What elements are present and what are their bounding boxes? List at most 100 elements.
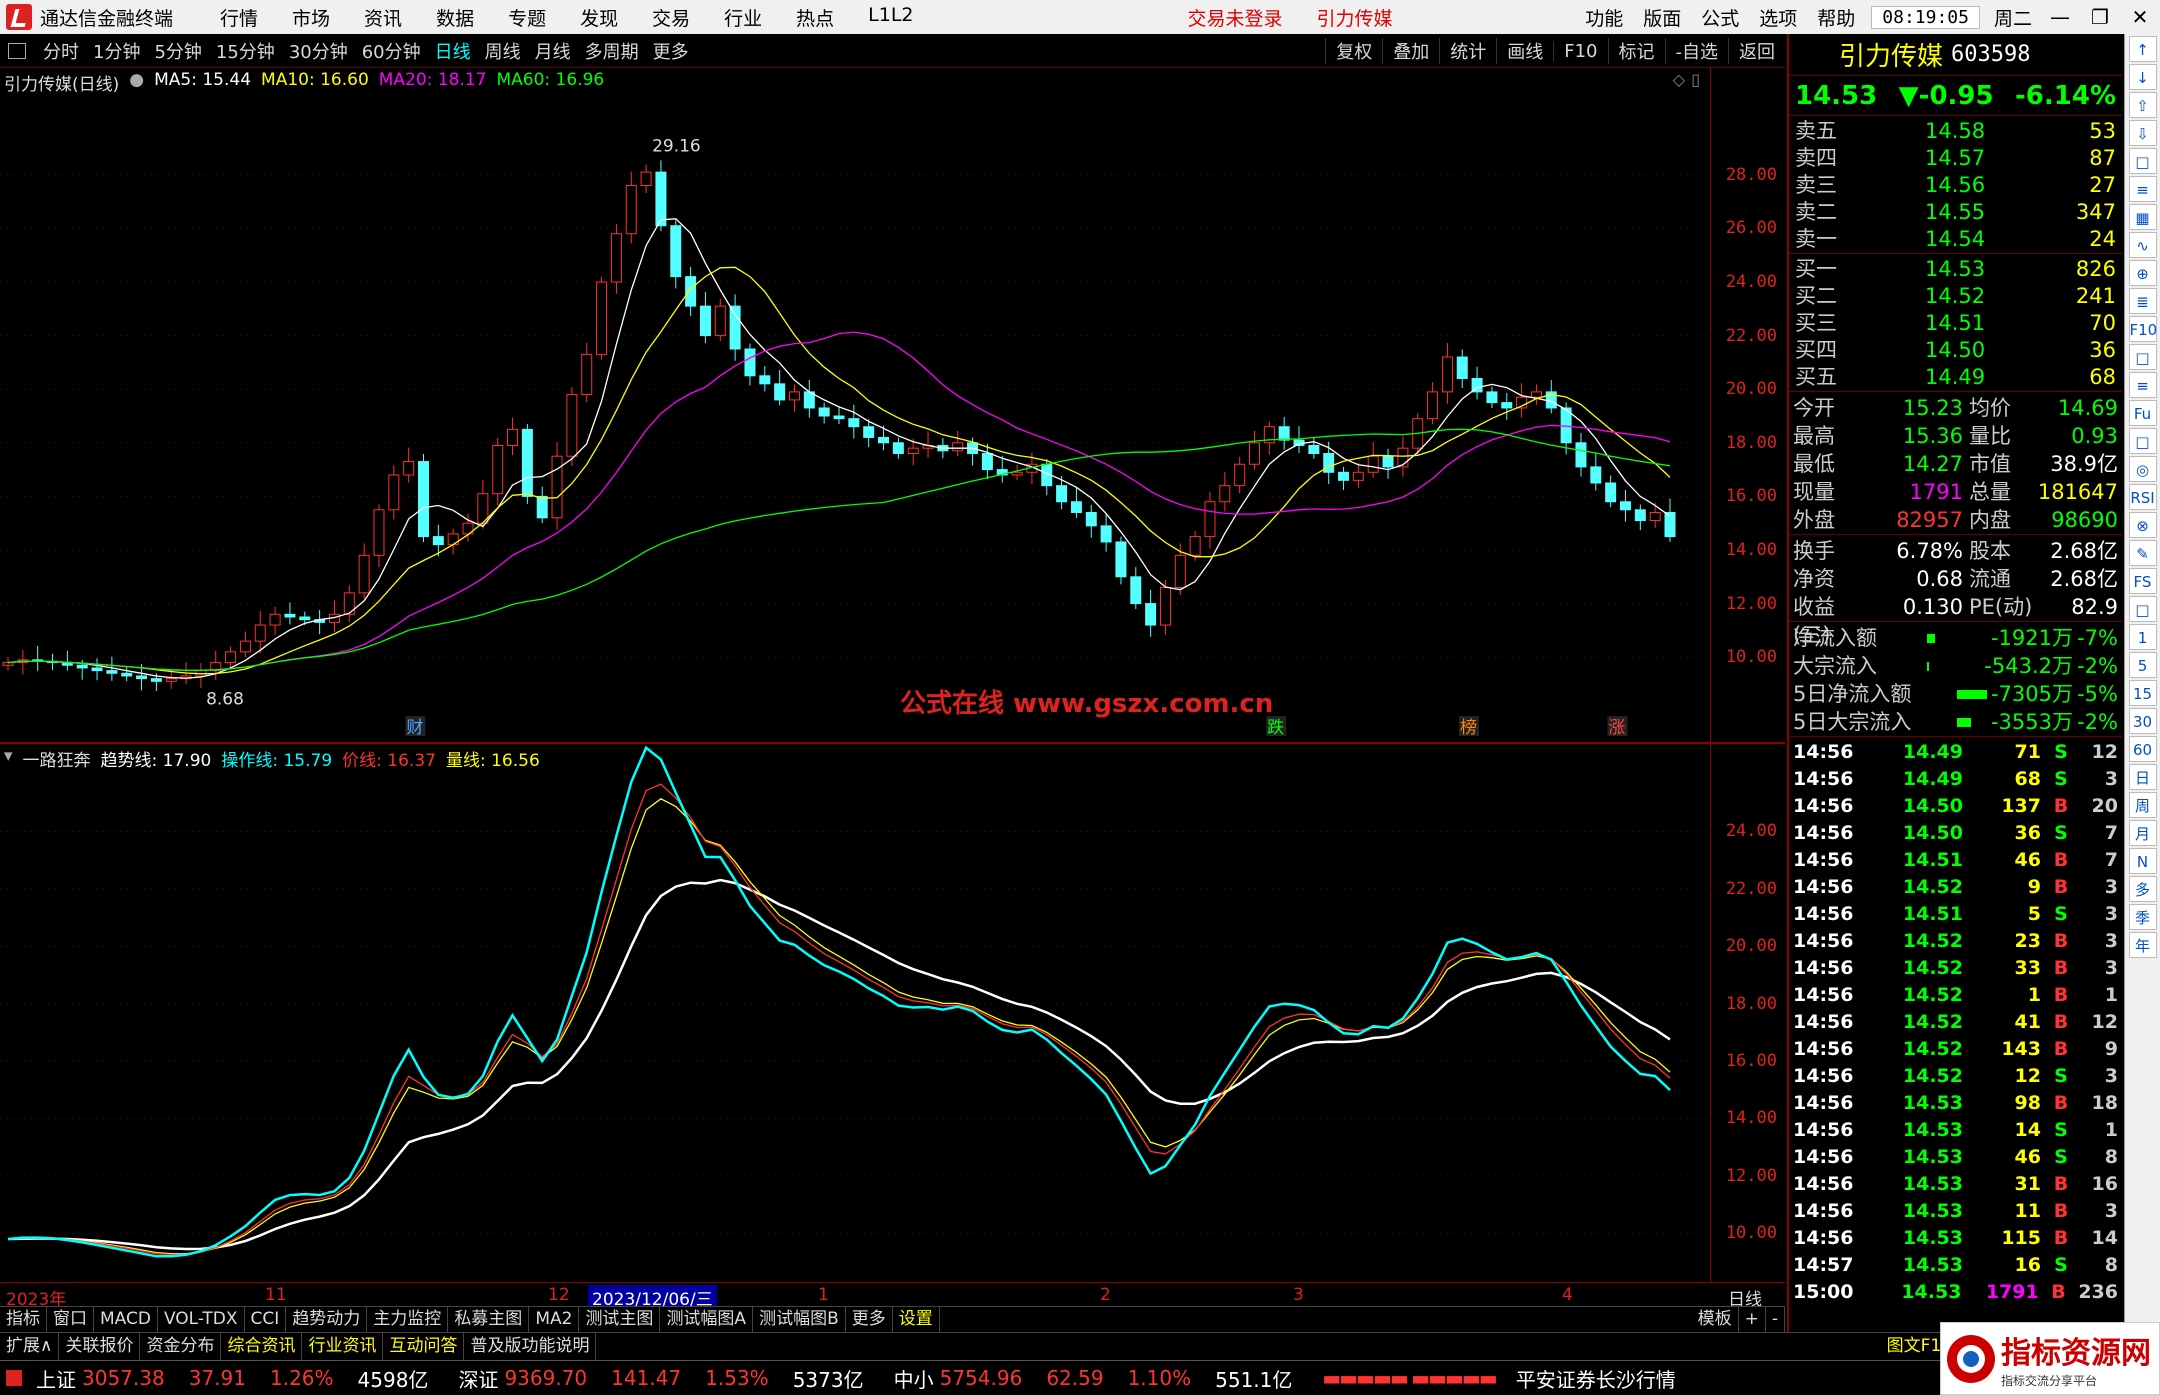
- toolbar-btn-6[interactable]: -自选: [1664, 38, 1729, 64]
- sidebar-btn-30[interactable]: 多: [2128, 876, 2157, 902]
- menu-1[interactable]: 市场: [275, 4, 347, 31]
- legend-dot-icon[interactable]: ▾: [4, 746, 13, 771]
- sidebar-btn-8[interactable]: ⊕: [2128, 260, 2157, 286]
- bottom-tab-3[interactable]: 综合资讯: [221, 1333, 303, 1360]
- indicator-tab-9[interactable]: 测试主图: [579, 1307, 661, 1332]
- sidebar-btn-31[interactable]: 季: [2128, 904, 2157, 930]
- sidebar-btn-6[interactable]: ▦: [2128, 204, 2157, 230]
- indicator-tab-13[interactable]: 设置: [893, 1307, 940, 1332]
- indicator-tab-12[interactable]: 更多: [846, 1307, 893, 1332]
- minimize-icon[interactable]: —: [2040, 5, 2080, 29]
- buys-row[interactable]: 买三 14.51 70: [1789, 310, 2122, 337]
- sidebar-btn-29[interactable]: N: [2128, 848, 2157, 874]
- indicator-tab-14[interactable]: 模板: [1692, 1307, 1739, 1332]
- period-tab-0[interactable]: 分时: [36, 38, 86, 64]
- sidebar-btn-13[interactable]: Fu: [2128, 400, 2157, 426]
- sidebar-btn-5[interactable]: ≡: [2128, 176, 2157, 202]
- indicator-tab-0[interactable]: 指标: [0, 1307, 47, 1332]
- indicator-tab-8[interactable]: MA2: [529, 1307, 580, 1332]
- sidebar-btn-24[interactable]: 30: [2128, 708, 2157, 734]
- sidebar-btn-20[interactable]: □: [2128, 596, 2157, 622]
- period-tab-3[interactable]: 15分钟: [209, 38, 282, 64]
- indicator-chart-svg[interactable]: [0, 744, 1785, 1282]
- sidebar-btn-18[interactable]: ✎: [2128, 540, 2157, 566]
- right-menu-0[interactable]: 功能: [1575, 4, 1633, 31]
- menu-4[interactable]: 专题: [491, 4, 563, 31]
- toolbar-btn-2[interactable]: 统计: [1439, 38, 1496, 64]
- indicator-tab-10[interactable]: 测试幅图A: [660, 1307, 754, 1332]
- login-warning[interactable]: 交易未登录: [1171, 4, 1300, 31]
- buys-row[interactable]: 买一 14.53 826: [1789, 256, 2122, 283]
- indicator-tab-11[interactable]: 测试幅图B: [753, 1307, 846, 1332]
- sidebar-btn-15[interactable]: ◎: [2128, 456, 2157, 482]
- bottom-tab-4[interactable]: 行业资讯: [302, 1333, 384, 1360]
- toolbar-btn-0[interactable]: 复权: [1325, 38, 1382, 64]
- legend-dot-icon[interactable]: ●: [129, 70, 144, 95]
- period-tab-10[interactable]: 更多: [646, 38, 696, 64]
- close-icon[interactable]: ✕: [2120, 5, 2160, 29]
- diamond-icon[interactable]: ◇: [1673, 70, 1685, 89]
- sidebar-btn-14[interactable]: □: [2128, 428, 2157, 454]
- period-tab-1[interactable]: 1分钟: [86, 38, 147, 64]
- period-tab-9[interactable]: 多周期: [578, 38, 646, 64]
- indicator-tab-7[interactable]: 私募主图: [448, 1307, 530, 1332]
- sidebar-btn-28[interactable]: 月: [2128, 820, 2157, 846]
- right-menu-2[interactable]: 公式: [1691, 4, 1749, 31]
- menu-2[interactable]: 资讯: [347, 4, 419, 31]
- period-tab-4[interactable]: 30分钟: [282, 38, 355, 64]
- sidebar-btn-17[interactable]: ⊗: [2128, 512, 2157, 538]
- sz-name[interactable]: 深证: [458, 1364, 498, 1393]
- sidebar-btn-7[interactable]: ∿: [2128, 232, 2157, 258]
- indicator-tab-1[interactable]: 窗口: [47, 1307, 94, 1332]
- sidebar-btn-19[interactable]: FS: [2128, 568, 2157, 594]
- right-menu-4[interactable]: 帮助: [1807, 4, 1865, 31]
- candlestick-chart-svg[interactable]: 29.16 8.68 财 跌 榜 涨: [0, 68, 1785, 742]
- menu-0[interactable]: 行情: [203, 4, 275, 31]
- buys-row[interactable]: 买五 14.49 68: [1789, 364, 2122, 391]
- menu-3[interactable]: 数据: [419, 4, 491, 31]
- sh-name[interactable]: 上证: [36, 1364, 76, 1393]
- sidebar-btn-10[interactable]: F10: [2128, 316, 2157, 342]
- sells-row[interactable]: 卖五 14.58 53: [1789, 118, 2122, 145]
- bottom-tab-1[interactable]: 关联报价: [59, 1333, 141, 1360]
- menu-7[interactable]: 行业: [707, 4, 779, 31]
- toolbar-btn-1[interactable]: 叠加: [1382, 38, 1439, 64]
- tick-list[interactable]: 14:56 14.49 71 S 12 14:56 14.49 68 S 3 14:56 14.50 1…: [1789, 737, 2122, 1306]
- sidebar-btn-25[interactable]: 60: [2128, 736, 2157, 762]
- indicator-tab-16[interactable]: -: [1766, 1307, 1785, 1332]
- menu-6[interactable]: 交易: [635, 4, 707, 31]
- toolbar-btn-4[interactable]: F10: [1553, 40, 1607, 62]
- period-tab-6[interactable]: 日线: [428, 38, 478, 64]
- sidebar-btn-23[interactable]: 15: [2128, 680, 2157, 706]
- sidebar-btn-26[interactable]: 日: [2128, 764, 2157, 790]
- sidebar-btn-2[interactable]: ⇧: [2128, 92, 2157, 118]
- bottom-tab-6[interactable]: 普及版功能说明: [464, 1333, 597, 1360]
- sells-row[interactable]: 卖三 14.56 27: [1789, 172, 2122, 199]
- indicator-tab-3[interactable]: VOL-TDX: [158, 1307, 245, 1332]
- indicator-tab-15[interactable]: +: [1739, 1307, 1766, 1332]
- indicator-tab-6[interactable]: 主力监控: [367, 1307, 449, 1332]
- sells-row[interactable]: 卖一 14.54 24: [1789, 226, 2122, 253]
- buys-row[interactable]: 买四 14.50 36: [1789, 337, 2122, 364]
- bottom-tab-5[interactable]: 互动问答: [383, 1333, 465, 1360]
- sidebar-btn-0[interactable]: ↑: [2128, 36, 2157, 62]
- menu-9[interactable]: L1L2: [851, 4, 930, 31]
- toolbar-btn-7[interactable]: 返回: [1728, 38, 1785, 64]
- toolbar-btn-3[interactable]: 画线: [1496, 38, 1553, 64]
- sidebar-btn-12[interactable]: ≡: [2128, 372, 2157, 398]
- period-tab-7[interactable]: 周线: [478, 38, 528, 64]
- period-tab-2[interactable]: 5分钟: [147, 38, 208, 64]
- sub-chart[interactable]: ▾ 一路狂奔 趋势线: 17.90 操作线: 15.79 价线: 16.37 量线: …: [0, 742, 1785, 1282]
- collapse-icon[interactable]: ▯: [1691, 70, 1700, 89]
- period-tab-8[interactable]: 月线: [528, 38, 578, 64]
- indicator-tab-5[interactable]: 趋势动力: [286, 1307, 368, 1332]
- sells-row[interactable]: 卖四 14.57 87: [1789, 145, 2122, 172]
- period-tab-5[interactable]: 60分钟: [355, 38, 428, 64]
- sidebar-btn-32[interactable]: 年: [2128, 932, 2157, 958]
- zx-name[interactable]: 中小: [894, 1364, 934, 1393]
- sidebar-btn-1[interactable]: ↓: [2128, 64, 2157, 90]
- sidebar-btn-11[interactable]: □: [2128, 344, 2157, 370]
- main-chart[interactable]: 29.16 8.68 财 跌 榜 涨 引力传媒(日线) ● MA5: 15.44 MA10:…: [0, 68, 1785, 742]
- buys-row[interactable]: 买二 14.52 241: [1789, 283, 2122, 310]
- sidebar-btn-16[interactable]: RSI: [2128, 484, 2157, 510]
